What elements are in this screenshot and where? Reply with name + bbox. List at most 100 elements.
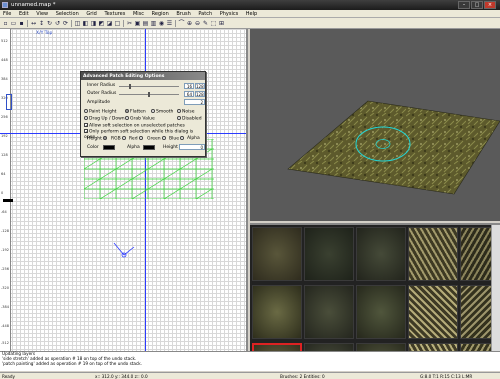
save-icon[interactable]: ▪ xyxy=(18,20,25,27)
patch-delete-icon[interactable]: ⊖ xyxy=(194,20,201,27)
patch-insert-icon[interactable]: ⊕ xyxy=(186,20,193,27)
selected-texture-tile[interactable] xyxy=(252,343,302,351)
camera-view-3d[interactable] xyxy=(250,29,500,221)
radio[interactable] xyxy=(151,109,155,113)
texture-tile[interactable] xyxy=(408,343,458,351)
texture-tile[interactable] xyxy=(252,285,302,339)
radio[interactable] xyxy=(125,116,129,120)
texture-tile[interactable] xyxy=(356,343,406,351)
menu-misc[interactable]: Misc xyxy=(130,10,147,17)
inner-radius-field[interactable]: 16 xyxy=(184,83,194,89)
flip-x-icon[interactable]: ↔ xyxy=(30,20,37,27)
texture-tile[interactable] xyxy=(356,227,406,281)
select-touching-icon[interactable]: ◫ xyxy=(74,20,81,27)
mode-noise[interactable]: Noise xyxy=(177,109,194,115)
slider-thumb[interactable] xyxy=(148,92,150,97)
radio[interactable] xyxy=(84,109,88,113)
menu-help[interactable]: Help xyxy=(243,10,260,17)
inner-radius-max-field[interactable]: 128 xyxy=(195,83,205,89)
csg-merge-icon[interactable]: ◪ xyxy=(106,20,113,27)
inner-radius-slider[interactable] xyxy=(119,84,179,89)
outer-radius-slider[interactable] xyxy=(119,92,179,97)
flip-y-icon[interactable]: ↕ xyxy=(38,20,45,27)
maximize-button[interactable]: □ xyxy=(471,1,483,9)
texture-scrollbar[interactable] xyxy=(491,225,500,351)
radio[interactable] xyxy=(139,136,143,140)
rgb-height-option[interactable]: Height xyxy=(87,136,108,142)
menu-physics[interactable]: Physics xyxy=(217,10,242,17)
rgb-blue-option[interactable]: Blue xyxy=(169,136,185,142)
slider-thumb[interactable] xyxy=(128,84,131,89)
texture-tile[interactable] xyxy=(304,343,354,351)
menu-region[interactable]: Region xyxy=(149,10,172,17)
height-field[interactable]: 0 xyxy=(179,144,205,150)
texture-tile[interactable] xyxy=(408,227,458,281)
menu-grid[interactable]: Grid xyxy=(83,10,100,17)
radio[interactable] xyxy=(180,136,185,140)
show-bounds-icon[interactable]: ⬚ xyxy=(210,20,217,27)
menu-brush[interactable]: Brush xyxy=(173,10,193,17)
menu-textures[interactable]: Textures xyxy=(101,10,128,17)
open-icon[interactable]: ▭ xyxy=(10,20,17,27)
rgb-alpha-option[interactable]: Alpha xyxy=(187,136,200,141)
select-complete-icon[interactable]: ◨ xyxy=(90,20,97,27)
change-view-icon[interactable]: ▣ xyxy=(134,20,141,27)
texture-view-icon[interactable]: ▤ xyxy=(142,20,149,27)
menu-selection[interactable]: Selection xyxy=(53,10,82,17)
minimize-button[interactable]: – xyxy=(458,1,470,9)
patch-bend-icon[interactable]: ⌒ xyxy=(178,20,185,27)
menu-patch[interactable]: Patch xyxy=(195,10,215,17)
csg-subtract-icon[interactable]: ◩ xyxy=(98,20,105,27)
texture-browser[interactable] xyxy=(250,223,500,351)
player-start-entity[interactable] xyxy=(6,94,12,110)
amplitude-field[interactable]: 2 xyxy=(184,99,205,105)
radio[interactable] xyxy=(125,109,129,113)
radio[interactable] xyxy=(177,109,181,113)
menu-edit[interactable]: Edit xyxy=(16,10,32,17)
texture-tile[interactable] xyxy=(356,285,406,339)
radio[interactable] xyxy=(177,116,181,120)
mode-paint-height[interactable]: Paint Height xyxy=(84,109,116,115)
mode-flatten[interactable]: Flatten xyxy=(125,109,146,115)
rotate-y-icon[interactable]: ↺ xyxy=(54,20,61,27)
mode-smooth[interactable]: Smooth xyxy=(151,109,173,115)
camera-preview-icon[interactable]: ◉ xyxy=(158,20,165,27)
checkbox[interactable]: ✓ xyxy=(84,129,88,134)
texture-tile[interactable] xyxy=(304,227,354,281)
radio[interactable] xyxy=(162,136,167,140)
top-view-2d[interactable]: 512 448 384 320 256 192 128 64 0 -64 -12… xyxy=(0,29,248,351)
camera-icon[interactable] xyxy=(112,239,136,263)
clipper-icon[interactable]: ✂ xyxy=(126,20,133,27)
outer-radius-field[interactable]: 64 xyxy=(184,91,194,97)
alpha-swatch[interactable] xyxy=(143,145,155,150)
hollow-icon[interactable]: □ xyxy=(114,20,121,27)
entity-list-icon[interactable]: ☰ xyxy=(166,20,173,27)
texture-tile[interactable] xyxy=(304,285,354,339)
terrain-patch[interactable] xyxy=(287,100,500,195)
menu-file[interactable]: File xyxy=(0,10,14,17)
rgb-red-option[interactable]: Red xyxy=(129,136,144,142)
texture-tile[interactable] xyxy=(408,285,458,339)
mode-disabled[interactable]: Disabled xyxy=(177,116,202,122)
new-map-icon[interactable]: ▫ xyxy=(2,20,9,27)
rotate-z-icon[interactable]: ⟳ xyxy=(62,20,69,27)
brush-marker[interactable] xyxy=(3,199,13,202)
patch-paint-icon[interactable]: ✎ xyxy=(202,20,209,27)
rgb-rgb-option[interactable]: RGB xyxy=(111,136,127,142)
radio[interactable] xyxy=(103,136,108,140)
color-swatch[interactable] xyxy=(103,145,115,150)
outer-radius-max-field[interactable]: 128 xyxy=(195,91,205,97)
checkbox[interactable]: ✓ xyxy=(84,123,88,128)
grid-snap-icon[interactable]: ⊞ xyxy=(218,20,225,27)
soft-unselected-option[interactable]: ✓Allow soft selection on unselected patc… xyxy=(84,123,185,129)
texture-tile[interactable] xyxy=(252,227,302,281)
select-inside-icon[interactable]: ◧ xyxy=(82,20,89,27)
close-button[interactable]: × xyxy=(484,1,496,9)
cubic-clip-icon[interactable]: ▥ xyxy=(150,20,157,27)
rgb-green-option[interactable]: Green xyxy=(147,136,167,142)
menu-view[interactable]: View xyxy=(33,10,51,17)
radio[interactable] xyxy=(84,116,88,120)
rotate-x-icon[interactable]: ↻ xyxy=(46,20,53,27)
mode-grab[interactable]: Grab Value xyxy=(125,116,155,122)
radio[interactable] xyxy=(122,136,127,140)
